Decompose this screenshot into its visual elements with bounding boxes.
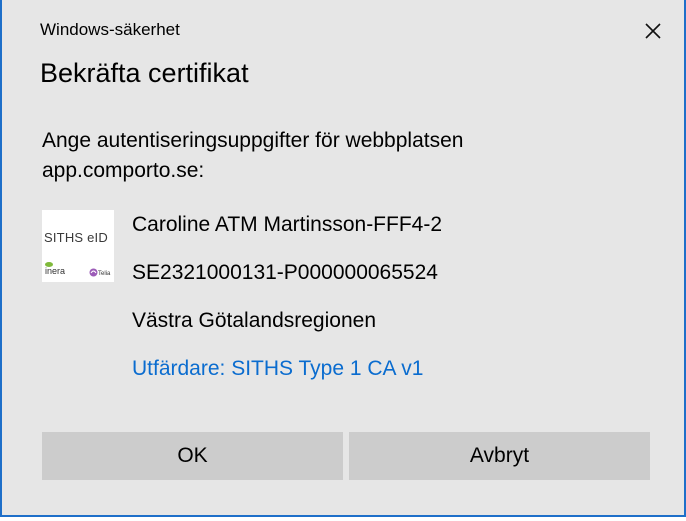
certificate-issuer-link[interactable]: Utfärdare: SITHS Type 1 CA v1 (132, 357, 423, 381)
certificate-option[interactable]: SITHS eID inera Telia Caroline ATM Marti… (42, 210, 662, 390)
window-title: Windows-säkerhet (40, 20, 180, 39)
dialog-prompt: Ange autentiseringsuppgifter för webbpla… (42, 129, 464, 182)
close-icon (645, 23, 661, 39)
certificate-organization: Västra Götalandsregionen (132, 309, 376, 332)
ok-button[interactable]: OK (42, 432, 343, 480)
certificate-serial: SE2321000131-P000000065524 (132, 261, 438, 284)
cancel-button[interactable]: Avbryt (349, 432, 650, 480)
certificate-name: Caroline ATM Martinsson-FFF4-2 (132, 213, 443, 236)
logo-telia-text: Telia (98, 271, 111, 277)
close-button[interactable] (634, 14, 672, 48)
dialog-heading: Bekräfta certifikat (40, 58, 249, 88)
siths-eid-logo: SITHS eID inera Telia (42, 210, 114, 282)
security-dialog: Windows-säkerhet Bekräfta certifikat Ang… (0, 0, 686, 517)
telia-icon (89, 268, 98, 277)
logo-inera-text: inera (45, 266, 66, 276)
logo-brand-text: SITHS eID (44, 230, 108, 245)
